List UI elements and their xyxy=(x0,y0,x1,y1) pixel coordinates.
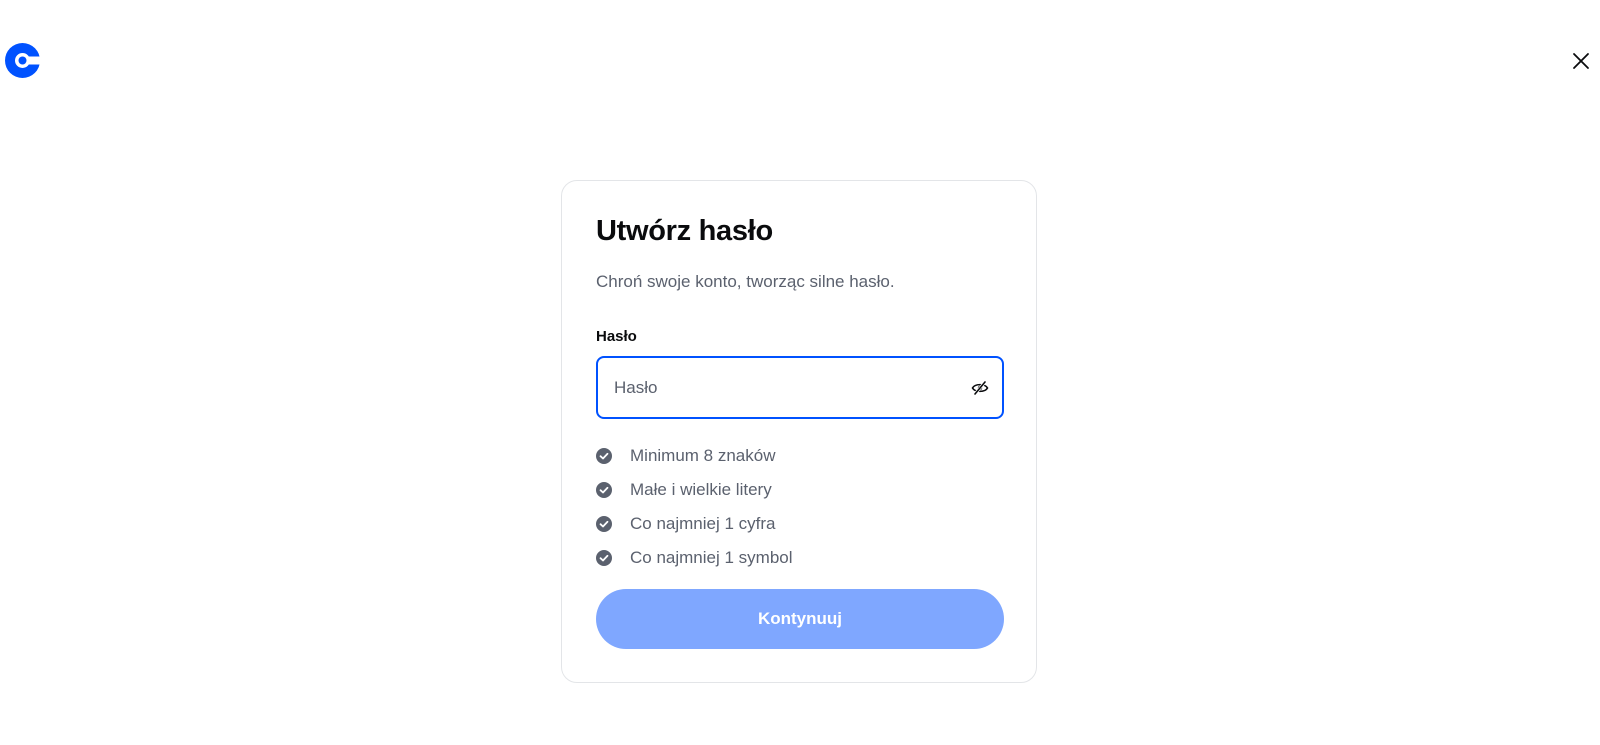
check-circle-icon xyxy=(596,482,612,498)
page-title: Utwórz hasło xyxy=(596,215,773,247)
coinbase-logo-icon[interactable] xyxy=(5,43,41,78)
requirement-item: Minimum 8 znaków xyxy=(596,439,793,473)
show-password-toggle[interactable] xyxy=(970,378,990,398)
requirement-label: Minimum 8 znaków xyxy=(630,446,776,465)
requirement-item: Co najmniej 1 symbol xyxy=(596,541,793,575)
check-circle-icon xyxy=(596,550,612,566)
check-circle-icon xyxy=(596,448,612,464)
password-requirements-list: Minimum 8 znaków Małe i wielkie litery C… xyxy=(596,439,793,575)
password-input[interactable] xyxy=(614,358,954,417)
requirement-item: Małe i wielkie litery xyxy=(596,473,793,507)
requirement-label: Co najmniej 1 cyfra xyxy=(630,514,776,533)
close-icon xyxy=(1573,53,1589,69)
continue-button[interactable]: Kontynuuj xyxy=(596,589,1004,649)
requirement-label: Co najmniej 1 symbol xyxy=(630,548,793,567)
requirement-item: Co najmniej 1 cyfra xyxy=(596,507,793,541)
requirement-label: Małe i wielkie litery xyxy=(630,480,772,499)
password-label: Hasło xyxy=(596,328,637,345)
check-circle-icon xyxy=(596,516,612,532)
create-password-card: Utwórz hasło Chroń swoje konto, tworząc … xyxy=(561,180,1037,683)
close-button[interactable] xyxy=(1566,46,1596,76)
page-subtitle: Chroń swoje konto, tworząc silne hasło. xyxy=(596,272,895,291)
password-field-wrapper xyxy=(596,356,1004,419)
top-bar xyxy=(0,0,1600,120)
eye-slash-icon xyxy=(971,381,989,395)
